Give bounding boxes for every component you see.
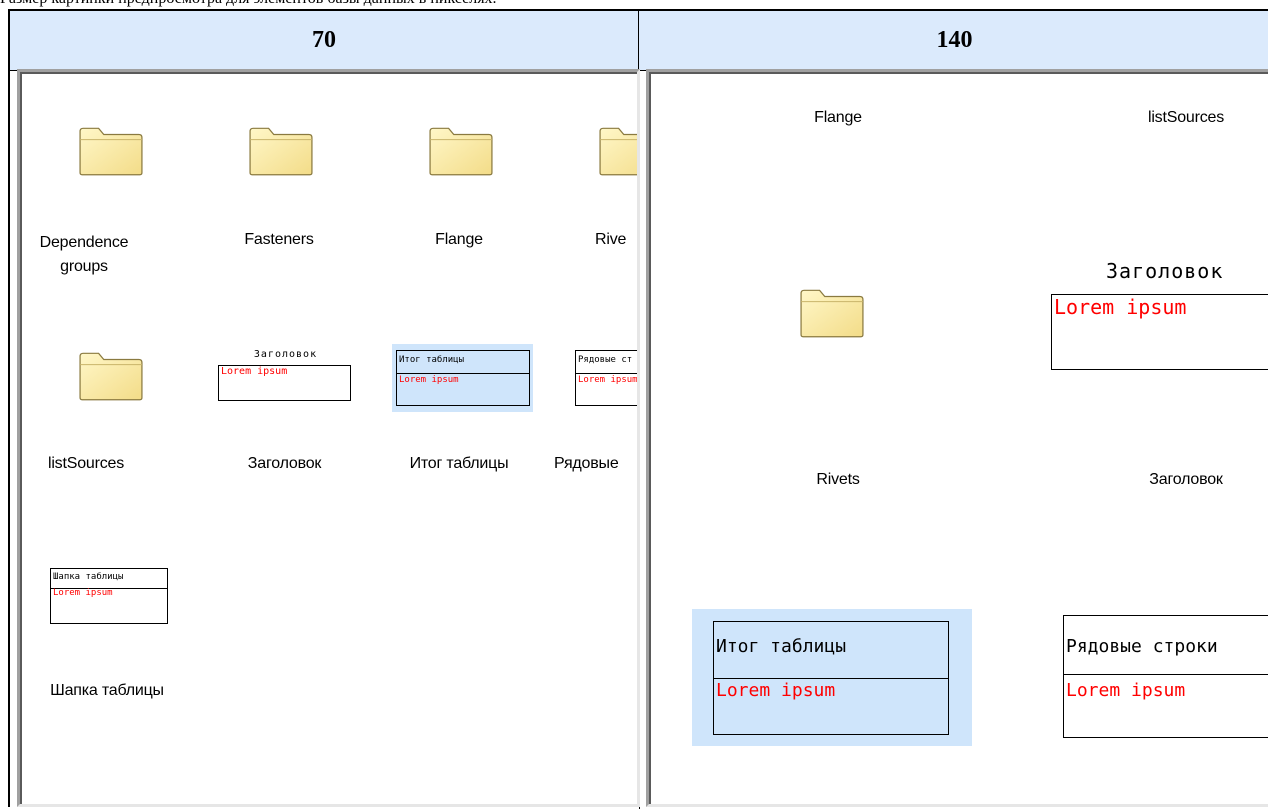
- folder-icon[interactable]: [78, 349, 144, 403]
- thumb-shapka-70[interactable]: Шапка таблицы Lorem ipsum: [50, 568, 170, 626]
- folder-icon[interactable]: [248, 124, 314, 178]
- thumb-ryadovye-70[interactable]: Рядовые ст Lorem ipsum: [575, 350, 637, 408]
- item-label: Шапка таблицы: [50, 682, 164, 699]
- thumb-itog-140[interactable]: Итог таблицы Lorem ipsum: [713, 621, 949, 736]
- page-caption: Размер картинки предпросмотра для элемен…: [0, 0, 497, 8]
- folder-icon[interactable]: [428, 124, 494, 178]
- item-label: Flange: [814, 109, 862, 126]
- item-label: Заголовок: [247, 455, 322, 472]
- column-header-140: 140: [639, 11, 1268, 70]
- item-label: Flange: [435, 231, 483, 248]
- item-label: Dependence groups: [39, 234, 129, 275]
- folder-icon[interactable]: [799, 285, 865, 341]
- thumb-itog-70[interactable]: Итог таблицы Lorem ipsum: [396, 350, 530, 408]
- folder-icon[interactable]: [598, 124, 640, 178]
- thumb-ryadovye-140[interactable]: Рядовые строки Lorem ipsum: [1063, 615, 1268, 738]
- column-header-70: 70: [10, 11, 639, 70]
- item-label: Рядовые: [554, 455, 619, 472]
- thumb-zagolovok-140[interactable]: Заголовок Lorem ipsum: [1051, 259, 1268, 371]
- item-label: Rive: [595, 231, 627, 248]
- item-label: listSources: [1147, 109, 1225, 126]
- item-label: Rivets: [816, 471, 860, 488]
- item-label: listSources: [47, 455, 125, 472]
- preview-panel-70-inner: Dependence groups Fasteners Flange Rive …: [20, 72, 637, 804]
- folder-icon[interactable]: [78, 124, 144, 178]
- item-label: Fasteners: [244, 231, 314, 248]
- item-label: Итог таблицы: [409, 455, 509, 472]
- preview-panel-140-inner: Flange listSources Заголовок Lorem ipsum…: [649, 72, 1268, 804]
- preview-panel-140: Flange listSources Заголовок Lorem ipsum…: [646, 69, 1268, 807]
- preview-panel-70: Dependence groups Fasteners Flange Rive …: [17, 69, 640, 807]
- item-label: Заголовок: [1149, 471, 1223, 488]
- thumb-zagolovok-70[interactable]: Заголовок Lorem ipsum: [218, 349, 353, 407]
